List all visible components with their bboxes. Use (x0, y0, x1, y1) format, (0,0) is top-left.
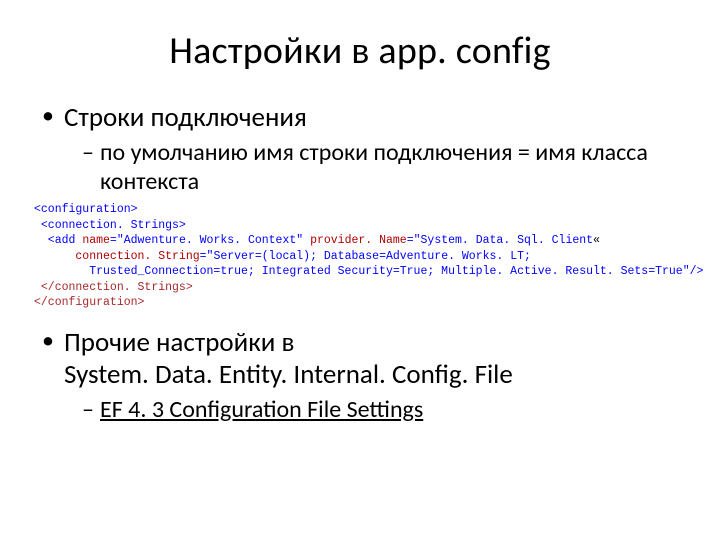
slide-title: Настройки в app. config (36, 28, 684, 74)
bullet-list: Строки подключения по умолчанию имя стро… (40, 102, 684, 196)
code-line-7: </configuration> (34, 296, 144, 309)
bullet-2: Прочие настройки в System. Data. Entity.… (40, 327, 684, 424)
slide: Настройки в app. config Строки подключен… (0, 0, 720, 424)
bullet-2-text-b: System. Data. Entity. Internal. Config. … (64, 358, 513, 391)
bullet-2-text-a: Прочие настройки в (64, 326, 294, 359)
bullet-1-sub: по умолчанию имя строки подключения = им… (82, 138, 684, 197)
bullet-list-2: Прочие настройки в System. Data. Entity.… (40, 327, 684, 424)
code-line-3: <add name="Adwenture. Works. Context" pr… (34, 234, 600, 247)
code-line-6: </connection. Strings> (34, 281, 193, 294)
bullet-1-text: Строки подключения (64, 101, 307, 134)
ef-config-link[interactable]: EF 4. 3 Configuration File Settings (100, 395, 423, 424)
code-line-2: <connection. Strings> (34, 219, 186, 232)
code-line-4: connection. String="Server=(local); Data… (34, 250, 531, 263)
bullet-1-sub-item: по умолчанию имя строки подключения = им… (82, 138, 684, 197)
bullet-2-sub: EF 4. 3 Configuration File Settings (82, 395, 684, 424)
code-line-5: Trusted_Connection=true; Integrated Secu… (34, 265, 703, 278)
code-line-1: <configuration> (34, 203, 138, 216)
bullet-1: Строки подключения по умолчанию имя стро… (40, 102, 684, 196)
bullet-2-sub-item: EF 4. 3 Configuration File Settings (82, 395, 684, 424)
code-block: <configuration> <connection. Strings> <a… (34, 202, 684, 311)
